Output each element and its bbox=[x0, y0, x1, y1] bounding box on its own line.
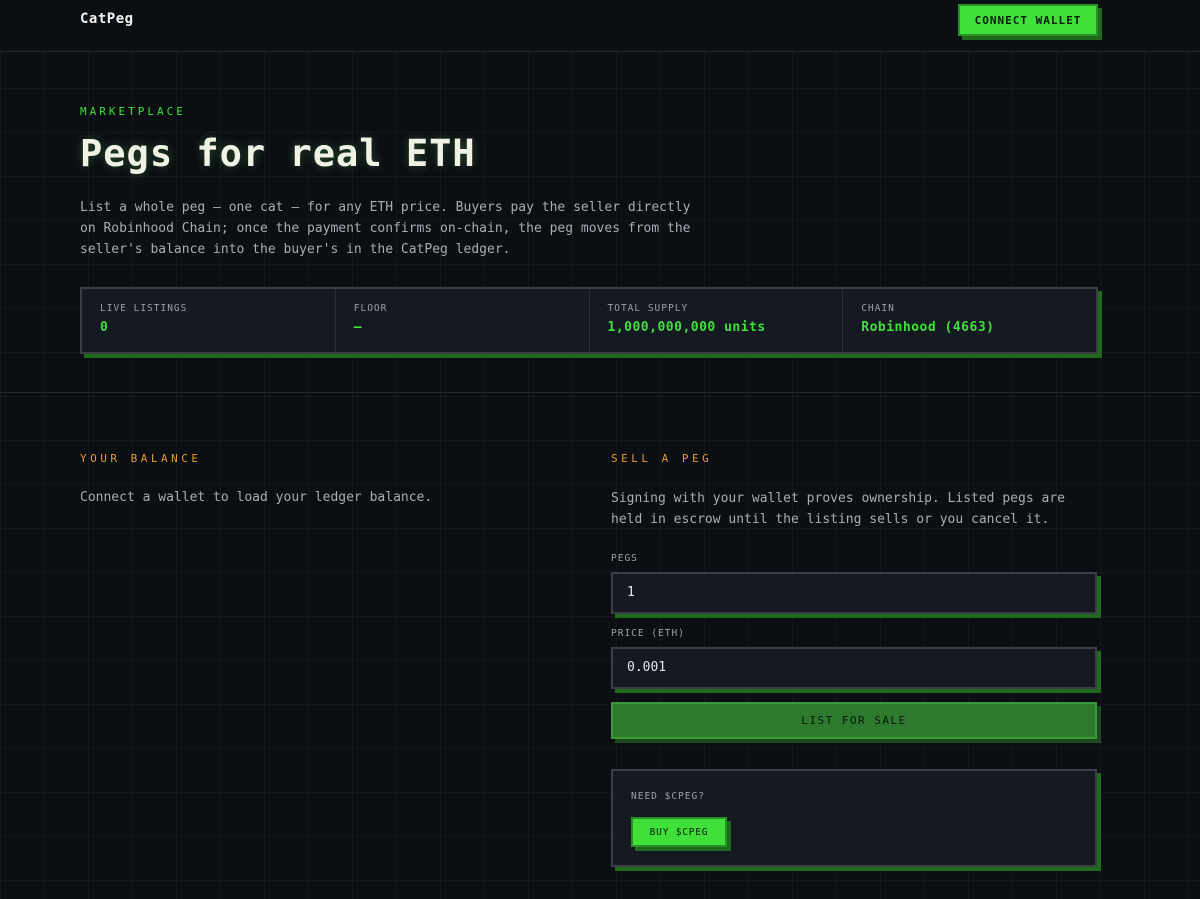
pegs-input[interactable]: 1 bbox=[611, 572, 1097, 614]
price-label: PRICE (ETH) bbox=[611, 628, 685, 639]
stat-label: TOTAL SUPPLY bbox=[607, 303, 689, 314]
stats-bar: LIVE LISTINGS 0 FLOOR — TOTAL SUPPLY 1,0… bbox=[80, 287, 1098, 354]
balance-panel: YOUR BALANCE Connect a wallet to load yo… bbox=[80, 452, 560, 508]
pegs-label: PEGS bbox=[611, 553, 638, 564]
sell-panel: SELL A PEG Signing with your wallet prov… bbox=[611, 452, 1101, 867]
buy-cpeg-button[interactable]: BUY $CPEG bbox=[631, 817, 727, 847]
hero-section: MARKETPLACE Pegs for real ETH List a who… bbox=[0, 52, 1200, 393]
need-cpeg-label: NEED $CPEG? bbox=[631, 791, 705, 802]
hero-eyebrow: MARKETPLACE bbox=[80, 105, 186, 118]
top-nav: CatPeg CONNECT WALLET bbox=[0, 0, 1200, 52]
stat-total-supply: TOTAL SUPPLY 1,000,000,000 units bbox=[590, 289, 844, 352]
brand-logo[interactable]: CatPeg bbox=[80, 11, 134, 27]
stat-label: CHAIN bbox=[861, 303, 895, 314]
stat-live-listings: LIVE LISTINGS 0 bbox=[82, 289, 336, 352]
balance-text: Connect a wallet to load your ledger bal… bbox=[80, 490, 433, 505]
connect-wallet-button[interactable]: CONNECT WALLET bbox=[958, 4, 1098, 36]
need-cpeg-card: NEED $CPEG? BUY $CPEG bbox=[611, 769, 1097, 867]
stat-value: — bbox=[353, 320, 363, 335]
balance-eyebrow: YOUR BALANCE bbox=[80, 452, 202, 465]
price-input[interactable]: 0.001 bbox=[611, 647, 1097, 689]
sell-description: Signing with your wallet proves ownershi… bbox=[611, 491, 1065, 527]
stat-label: FLOOR bbox=[353, 303, 388, 314]
sell-eyebrow: SELL A PEG bbox=[611, 452, 713, 465]
stat-value: Robinhood (4663) bbox=[861, 320, 995, 335]
stat-label: LIVE LISTINGS bbox=[100, 303, 188, 314]
page-title: Pegs for real ETH bbox=[80, 132, 476, 175]
stat-floor: FLOOR — bbox=[336, 289, 590, 352]
hero-description: List a whole peg — one cat — for any ETH… bbox=[80, 200, 691, 257]
list-for-sale-button[interactable]: LIST FOR SALE bbox=[611, 702, 1097, 739]
stat-value: 1,000,000,000 units bbox=[607, 320, 766, 335]
stat-value: 0 bbox=[100, 320, 109, 335]
stat-chain: CHAIN Robinhood (4663) bbox=[843, 289, 1096, 352]
